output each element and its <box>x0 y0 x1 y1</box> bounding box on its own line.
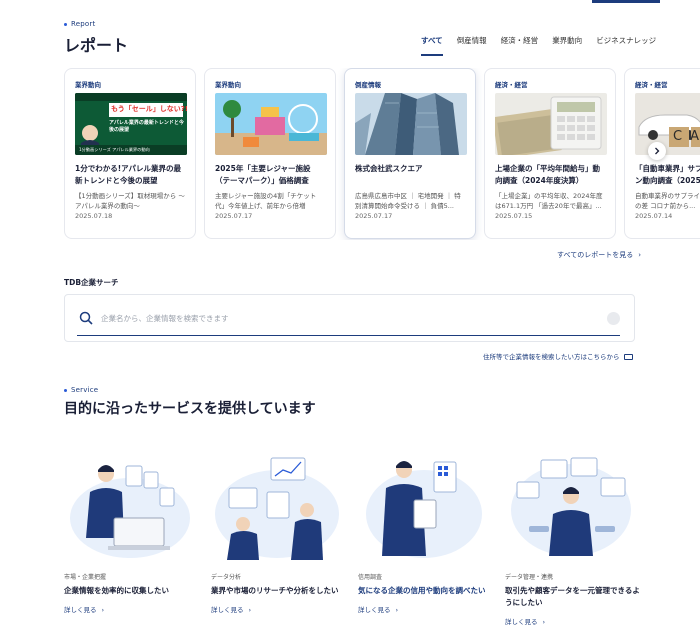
report-card[interactable]: 経済・経営 上場企業の「平均年間給与」動向調査（2024年度決算） 「上場企業」… <box>484 68 616 239</box>
card-title: 1分でわかる!アパレル業界の最新トレンドと今後の展望 <box>75 164 181 185</box>
more-label: 詳しく見る <box>64 606 97 614</box>
service-more-link[interactable]: 詳しく見る › <box>505 616 640 626</box>
company-search-input[interactable] <box>101 309 606 327</box>
card-category: 経済・経営 <box>495 81 528 89</box>
more-label: 詳しく見る <box>358 606 391 614</box>
tab-all[interactable]: すべて <box>421 35 443 56</box>
card-date: 2025.07.14 <box>635 212 673 220</box>
card-date: 2025.07.15 <box>495 212 533 220</box>
card-date: 2025.07.17 <box>355 212 393 220</box>
person-clipboard-illustration <box>358 448 493 566</box>
analysts-charts-illustration <box>211 448 346 566</box>
more-label: 詳しく見る <box>211 606 244 614</box>
person-laptop-illustration <box>64 448 199 566</box>
tab-bankruptcy[interactable]: 倒産情報 <box>457 35 487 56</box>
card-description: 自動車業界のサプライチェーン 4.7倍の差 コロナ前から... <box>635 192 700 210</box>
service-eyebrow: Service <box>64 386 98 394</box>
apparel-video-thumbnail: もう「セール」しない?! アパレル業界の最新トレンドと今後の展望 1分動画シリー… <box>75 93 187 155</box>
chevron-right-icon <box>655 147 660 155</box>
data-management-illustration <box>505 448 640 566</box>
service-name: 気になる企業の信用や動向を調べたい <box>358 586 486 595</box>
card-date: 2025.07.17 <box>215 212 253 220</box>
theme-park-photo <box>215 93 327 155</box>
service-category: 市場・企業把握 <box>64 574 107 581</box>
card-description: 【1分動画シリーズ】取材現場から 〜アパレル業界の動向〜 <box>75 192 185 210</box>
report-card-carousel: 業界動向 もう「セール」しない?! アパレル業界の最新トレンドと今後の展望 1分… <box>64 68 700 240</box>
report-card[interactable]: 業界動向 2025年「主要レジャー施設（テーマパーク）」価格調査 主要レジャー施… <box>204 68 336 239</box>
card-category: 業界動向 <box>75 81 101 89</box>
card-description: 「上場企業」の平均年収、2024年度は671.1万円 「過去20年で最高」... <box>495 192 603 210</box>
tab-business-knowledge[interactable]: ビジネスナレッジ <box>596 35 656 56</box>
service-card[interactable]: データ管理・連携 取引先や顧客データを一元管理できるようにしたい 詳しく見る › <box>505 448 640 626</box>
car-blocks-photo: CA <box>635 93 700 155</box>
report-title: レポート <box>64 36 129 55</box>
service-more-link[interactable]: 詳しく見る › <box>211 604 346 614</box>
address-search-link[interactable]: 住所等で企業情報を検索したい方はこちらから <box>483 351 633 361</box>
service-more-link[interactable]: 詳しく見る › <box>358 604 493 614</box>
tab-industry[interactable]: 業界動向 <box>552 35 582 56</box>
service-category: データ管理・連携 <box>505 574 554 581</box>
clear-icon[interactable] <box>607 312 620 325</box>
service-name: 企業情報を効率的に収集したい <box>64 586 169 595</box>
card-date: 2025.07.18 <box>75 212 113 220</box>
chevron-right-icon: › <box>395 606 399 614</box>
chevron-right-icon: › <box>101 606 105 614</box>
tab-economy[interactable]: 経済・経営 <box>501 35 539 56</box>
all-reports-label: すべてのレポートを見る <box>557 251 634 259</box>
service-category: データ分析 <box>211 574 242 581</box>
report-card[interactable]: 倒産情報 株式会社武スクエア 広島県広島市中区 ｜ 宅地開発 ｜ 特別清算開始命… <box>344 68 476 239</box>
search-underline <box>77 335 620 336</box>
thumbnail-blocks-text: CA <box>673 129 699 144</box>
all-reports-link[interactable]: すべてのレポートを見る › <box>557 250 641 260</box>
card-title: 上場企業の「平均年間給与」動向調査（2024年度決算） <box>495 164 600 185</box>
address-search-label: 住所等で企業情報を検索したい方はこちらから <box>483 353 620 361</box>
service-category: 信用調査 <box>358 574 383 581</box>
more-label: 詳しく見る <box>505 618 538 626</box>
thumbnail-caption: 1分動画シリーズ アパレル業界の動向 <box>79 147 150 152</box>
chevron-right-icon: › <box>248 606 252 614</box>
thumbnail-subtitle: アパレル業界の最新トレンドと今後の展望 <box>109 120 184 133</box>
card-category: 経済・経営 <box>635 81 668 89</box>
company-search-box <box>64 294 635 342</box>
card-description: 主要レジャー施設の4割「チケット代」今年値上げ、前年から倍増 <box>215 192 317 210</box>
service-more-link[interactable]: 詳しく見る › <box>64 604 199 614</box>
card-title: 株式会社武スクエア <box>355 164 423 173</box>
chevron-right-icon: › <box>542 618 546 626</box>
header-accent-line <box>592 0 660 3</box>
company-search-label: TDB企業サーチ <box>64 278 119 287</box>
service-title: 目的に沿ったサービスを提供しています <box>64 401 316 417</box>
report-tabs: すべて 倒産情報 経済・経営 業界動向 ビジネスナレッジ <box>421 35 670 56</box>
carousel-next-button[interactable] <box>648 142 666 160</box>
card-title: 「自動車業界」サプライチェーン動向調査（2025年7月） <box>635 164 700 185</box>
search-icon <box>79 311 93 325</box>
skyscraper-photo <box>355 93 467 155</box>
card-description: 広島県広島市中区 ｜ 宅地開発 ｜ 特別清算開始命令受ける ｜ 負債5... <box>355 192 461 210</box>
service-name: 業界や市場のリサーチや分析をしたい <box>211 586 339 595</box>
thumbnail-headline: もう「セール」しない?! <box>111 105 187 113</box>
service-card[interactable]: 信用調査 気になる企業の信用や動向を調べたい 詳しく見る › <box>358 448 493 614</box>
report-card[interactable]: 業界動向 もう「セール」しない?! アパレル業界の最新トレンドと今後の展望 1分… <box>64 68 196 239</box>
chevron-right-icon: › <box>638 251 642 259</box>
calculator-money-photo <box>495 93 607 155</box>
card-category: 業界動向 <box>215 81 241 89</box>
external-window-icon <box>623 354 633 360</box>
card-category: 倒産情報 <box>355 81 381 89</box>
service-card[interactable]: 市場・企業把握 企業情報を効率的に収集したい 詳しく見る › <box>64 448 199 614</box>
service-card[interactable]: データ分析 業界や市場のリサーチや分析をしたい 詳しく見る › <box>211 448 346 614</box>
report-eyebrow: Report <box>64 20 95 28</box>
card-title: 2025年「主要レジャー施設（テーマパーク）」価格調査 <box>215 164 311 185</box>
service-name: 取引先や顧客データを一元管理できるようにしたい <box>505 586 640 607</box>
